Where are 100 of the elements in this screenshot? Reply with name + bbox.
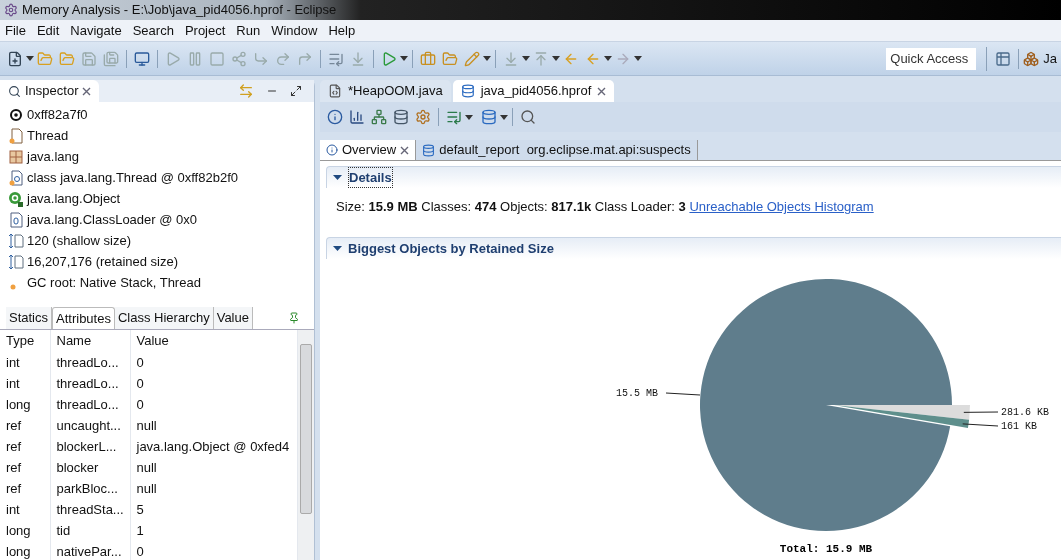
inspector-sub-tab[interactable]: Attributes (52, 307, 115, 329)
table-cell: java.lang.Object @ 0xfed4 (130, 436, 298, 457)
section-header[interactable]: Biggest Objects by Retained Size (326, 237, 1061, 259)
close-icon[interactable] (82, 86, 92, 96)
open-perspective-icon[interactable] (995, 50, 1012, 67)
step-over-icon[interactable] (275, 50, 291, 67)
menu-item[interactable]: File (4, 20, 27, 41)
value-label: 15.5 MB (616, 388, 658, 399)
inspector-item: Thread (27, 126, 69, 145)
table-cell: nativePar... (50, 541, 130, 560)
class-icon (8, 190, 24, 207)
chart-title: Total: 15.9 MB (779, 543, 873, 555)
editor-tab[interactable]: java_pid4056.hprof (452, 80, 615, 102)
save-icon[interactable] (81, 50, 97, 67)
caret-icon[interactable] (26, 56, 34, 61)
inspector-sub-tab[interactable]: Class Hierarchy (114, 307, 214, 329)
scrollbar[interactable] (298, 330, 314, 560)
menu-item[interactable]: Navigate (69, 20, 123, 41)
column-header[interactable]: Type (0, 330, 50, 352)
save-all-icon[interactable] (103, 50, 119, 67)
caret-icon (333, 175, 342, 180)
inspector-sub-tab[interactable]: Value (213, 307, 253, 329)
caret-icon[interactable] (483, 56, 491, 61)
column-header[interactable]: Name (50, 330, 130, 352)
menu-item[interactable]: Help (327, 20, 357, 41)
caret-icon[interactable] (522, 56, 530, 61)
java-file-icon (328, 84, 342, 98)
leader-line (963, 411, 999, 413)
table-cell: parkBloc... (50, 478, 130, 499)
table-cell: uncaught... (50, 415, 130, 436)
histogram-icon[interactable] (349, 109, 365, 125)
database-icon (422, 143, 436, 157)
inspector-icon (8, 84, 21, 98)
caret-icon (333, 246, 342, 251)
value-label: 281.6 KB (1001, 407, 1049, 418)
search-icon[interactable] (520, 109, 536, 125)
editor-tab[interactable]: *HeapOOM.java (320, 80, 451, 102)
inspector-tab[interactable]: Inspector (0, 80, 100, 102)
inspector-item: java.lang.ClassLoader @ 0x0 (27, 210, 197, 229)
table-cell: int (0, 373, 50, 394)
table-cell: threadLo... (50, 373, 130, 394)
caret-icon[interactable] (500, 114, 508, 120)
inspector-item: class java.lang.Thread @ 0xff82b2f0 (27, 168, 238, 187)
table-cell: null (130, 457, 298, 478)
quick-access-field[interactable]: Quick Access (886, 47, 977, 70)
maximize-icon[interactable] (290, 85, 302, 97)
menu-item[interactable]: Window (270, 20, 319, 41)
table-cell: ref (0, 457, 50, 478)
caret-icon[interactable] (634, 56, 642, 61)
table-cell: long (0, 394, 50, 415)
stop-icon[interactable] (209, 50, 225, 67)
table-cell: 5 (130, 499, 298, 520)
tree-icon[interactable] (371, 109, 387, 125)
size-icon (8, 253, 24, 270)
briefcase-icon[interactable] (420, 50, 436, 67)
report-tab[interactable]: Overview (320, 140, 417, 160)
link-icon[interactable] (238, 83, 254, 99)
report-icon[interactable] (446, 109, 462, 125)
menu-item[interactable]: Search (131, 20, 175, 41)
table-cell: 0 (130, 541, 298, 560)
inspector-item: 16,207,176 (retained size) (27, 252, 179, 271)
menu-item[interactable]: Edit (35, 20, 61, 41)
inspector-sub-tab[interactable]: Statics (6, 307, 52, 329)
close-icon[interactable] (597, 86, 607, 96)
caret-icon[interactable] (400, 56, 408, 61)
perspective-button[interactable]: Ja (1043, 48, 1057, 69)
column-header[interactable]: Value (130, 330, 298, 352)
table-cell: threadSta... (50, 499, 130, 520)
section-header[interactable]: Details (326, 166, 1061, 188)
table-cell: int (0, 499, 50, 520)
folder-icon[interactable] (59, 50, 75, 67)
report-tab[interactable]: default_report org.eclipse.mat.api:suspects (416, 140, 698, 160)
menu-item[interactable]: Run (235, 20, 262, 41)
table-cell: ref (0, 415, 50, 436)
table-cell: ref (0, 478, 50, 499)
pause-icon[interactable] (187, 50, 203, 67)
menu-item[interactable]: Project (183, 20, 227, 41)
resume-icon[interactable] (165, 50, 181, 67)
table-cell: null (130, 478, 298, 499)
table-cell: ref (0, 436, 50, 457)
histogram-link[interactable]: Unreachable Objects Histogram (689, 199, 874, 214)
table-cell: threadLo... (50, 352, 130, 373)
table-cell: long (0, 541, 50, 560)
inspector-item: java.lang.Object (27, 189, 121, 208)
gear-icon[interactable] (415, 109, 431, 125)
document-icon (9, 127, 23, 144)
new-file-icon[interactable] (7, 50, 23, 67)
table-cell: 1 (130, 520, 298, 541)
close-icon[interactable] (400, 145, 410, 155)
value-label: 161 KB (1001, 421, 1037, 432)
caret-icon[interactable] (465, 114, 473, 120)
database-icon[interactable] (481, 109, 497, 125)
info-icon[interactable] (327, 109, 343, 125)
window-title: Memory Analysis - E:\Job\java_pid4056.hprof - Eclipse (22, 1, 337, 20)
caret-icon[interactable] (552, 56, 560, 61)
caret-icon[interactable] (604, 56, 612, 61)
monitor-icon[interactable] (134, 50, 150, 67)
pin-icon[interactable] (288, 312, 300, 324)
folder-icon[interactable] (442, 50, 458, 67)
inspector-item: 0xff82a7f0 (27, 105, 88, 124)
